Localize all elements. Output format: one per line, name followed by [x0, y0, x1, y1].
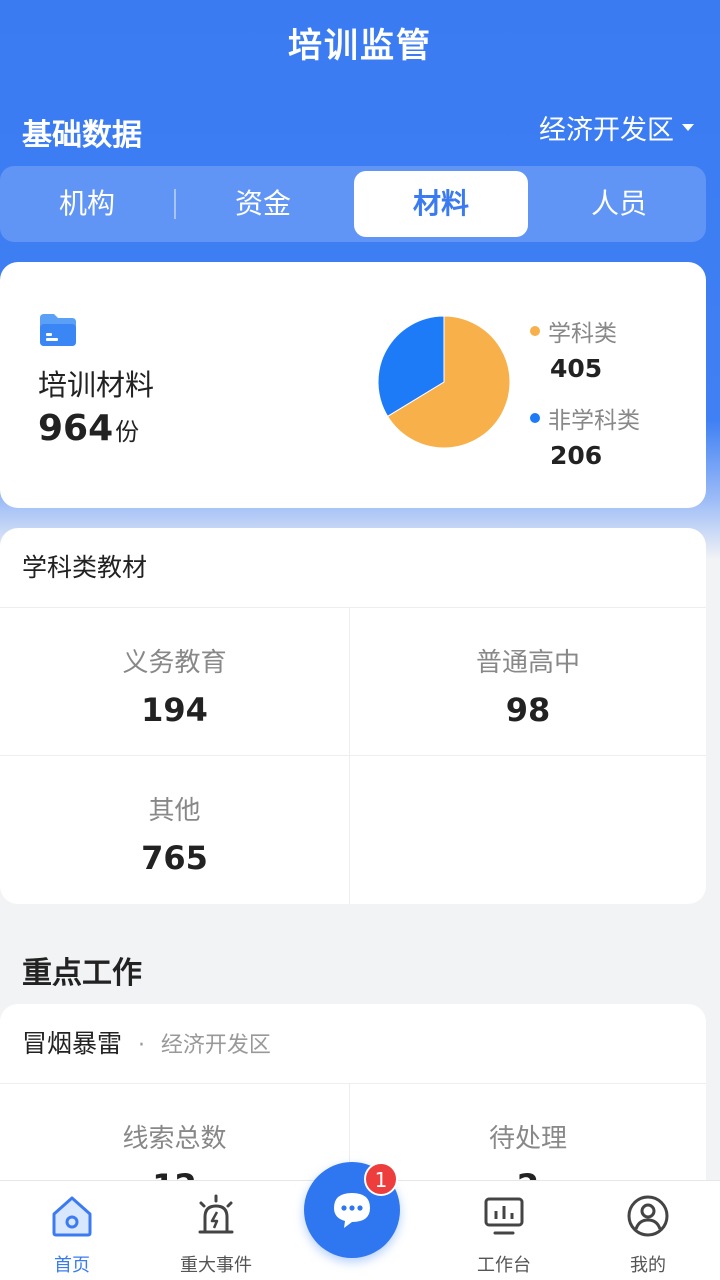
key-work-title: 重点工作 — [22, 956, 142, 991]
region-label: 经济开发区 — [539, 115, 674, 146]
legend-dot-nonsubject — [530, 413, 540, 423]
work-item-title: 冒烟暴雷 — [22, 1029, 123, 1058]
nav-mine[interactable]: 我的 — [576, 1181, 720, 1280]
work-item-separator: · — [137, 1033, 145, 1058]
pie-legend: 学科类 405 非学科类 206 — [530, 314, 640, 488]
stat-cell-compulsory[interactable]: 义务教育 194 — [0, 608, 350, 756]
stat-label: 其他 — [148, 796, 201, 826]
nav-workbench[interactable]: 工作台 — [432, 1181, 576, 1280]
legend-item-nonsubject: 非学科类 206 — [530, 401, 640, 470]
stat-cell-other[interactable]: 其他 765 — [0, 756, 350, 904]
stat-value: 765 — [141, 839, 208, 877]
materials-pie-chart — [377, 315, 511, 449]
stat-label: 待处理 — [488, 1124, 567, 1154]
stat-value: 194 — [141, 691, 208, 729]
subject-materials-card: 学科类教材 义务教育 194 普通高中 98 其他 765 — [0, 528, 706, 904]
caret-down-icon — [682, 124, 694, 131]
tab-personnel[interactable]: 人员 — [532, 171, 706, 237]
chat-notification-badge: 1 — [364, 1162, 398, 1196]
alarm-icon — [198, 1194, 234, 1234]
tab-institution[interactable]: 机构 — [0, 171, 174, 237]
legend-label-nonsubject: 非学科类 — [548, 408, 640, 434]
stat-value: 98 — [505, 691, 551, 729]
legend-dot-subject — [530, 326, 540, 336]
stat-cell-highschool[interactable]: 普通高中 98 — [350, 608, 706, 756]
subject-card-title: 学科类教材 — [0, 528, 706, 608]
nav-major-events[interactable]: 重大事件 — [144, 1181, 288, 1280]
legend-label-subject: 学科类 — [548, 321, 617, 347]
work-item-region: 经济开发区 — [160, 1033, 271, 1058]
category-tabs: 机构 资金 材料 人员 — [0, 166, 706, 242]
materials-unit: 份 — [115, 418, 140, 446]
stat-label: 线索总数 — [122, 1124, 227, 1154]
stat-label: 普通高中 — [475, 648, 580, 678]
nav-label-workbench: 工作台 — [477, 1255, 531, 1276]
section-title: 基础数据 — [22, 118, 142, 153]
dashboard-icon — [484, 1197, 524, 1235]
home-icon — [52, 1196, 92, 1237]
stat-cell-empty — [350, 756, 706, 904]
stat-label: 义务教育 — [122, 648, 227, 678]
nav-label-events: 重大事件 — [180, 1255, 252, 1276]
legend-value-nonsubject: 206 — [550, 441, 603, 470]
tab-funds[interactable]: 资金 — [176, 171, 350, 237]
nav-label-home: 首页 — [54, 1255, 90, 1276]
tab-materials[interactable]: 材料 — [354, 171, 528, 237]
chat-bubble-icon — [334, 1193, 370, 1228]
materials-count: 964份 — [38, 408, 140, 449]
materials-card: 培训材料 964份 学科类 405 非学科类 206 — [0, 262, 706, 508]
legend-value-subject: 405 — [550, 354, 603, 383]
app-title: 培训监管 — [288, 26, 432, 66]
nav-label-mine: 我的 — [630, 1255, 666, 1276]
nav-home[interactable]: 首页 — [0, 1181, 144, 1280]
work-item-header[interactable]: 冒烟暴雷 · 经济开发区 — [0, 1004, 706, 1084]
legend-item-subject: 学科类 405 — [530, 314, 640, 383]
user-icon — [627, 1195, 669, 1237]
materials-name: 培训材料 — [38, 368, 155, 402]
folder-icon — [40, 314, 76, 346]
region-selector[interactable]: 经济开发区 — [539, 108, 694, 147]
